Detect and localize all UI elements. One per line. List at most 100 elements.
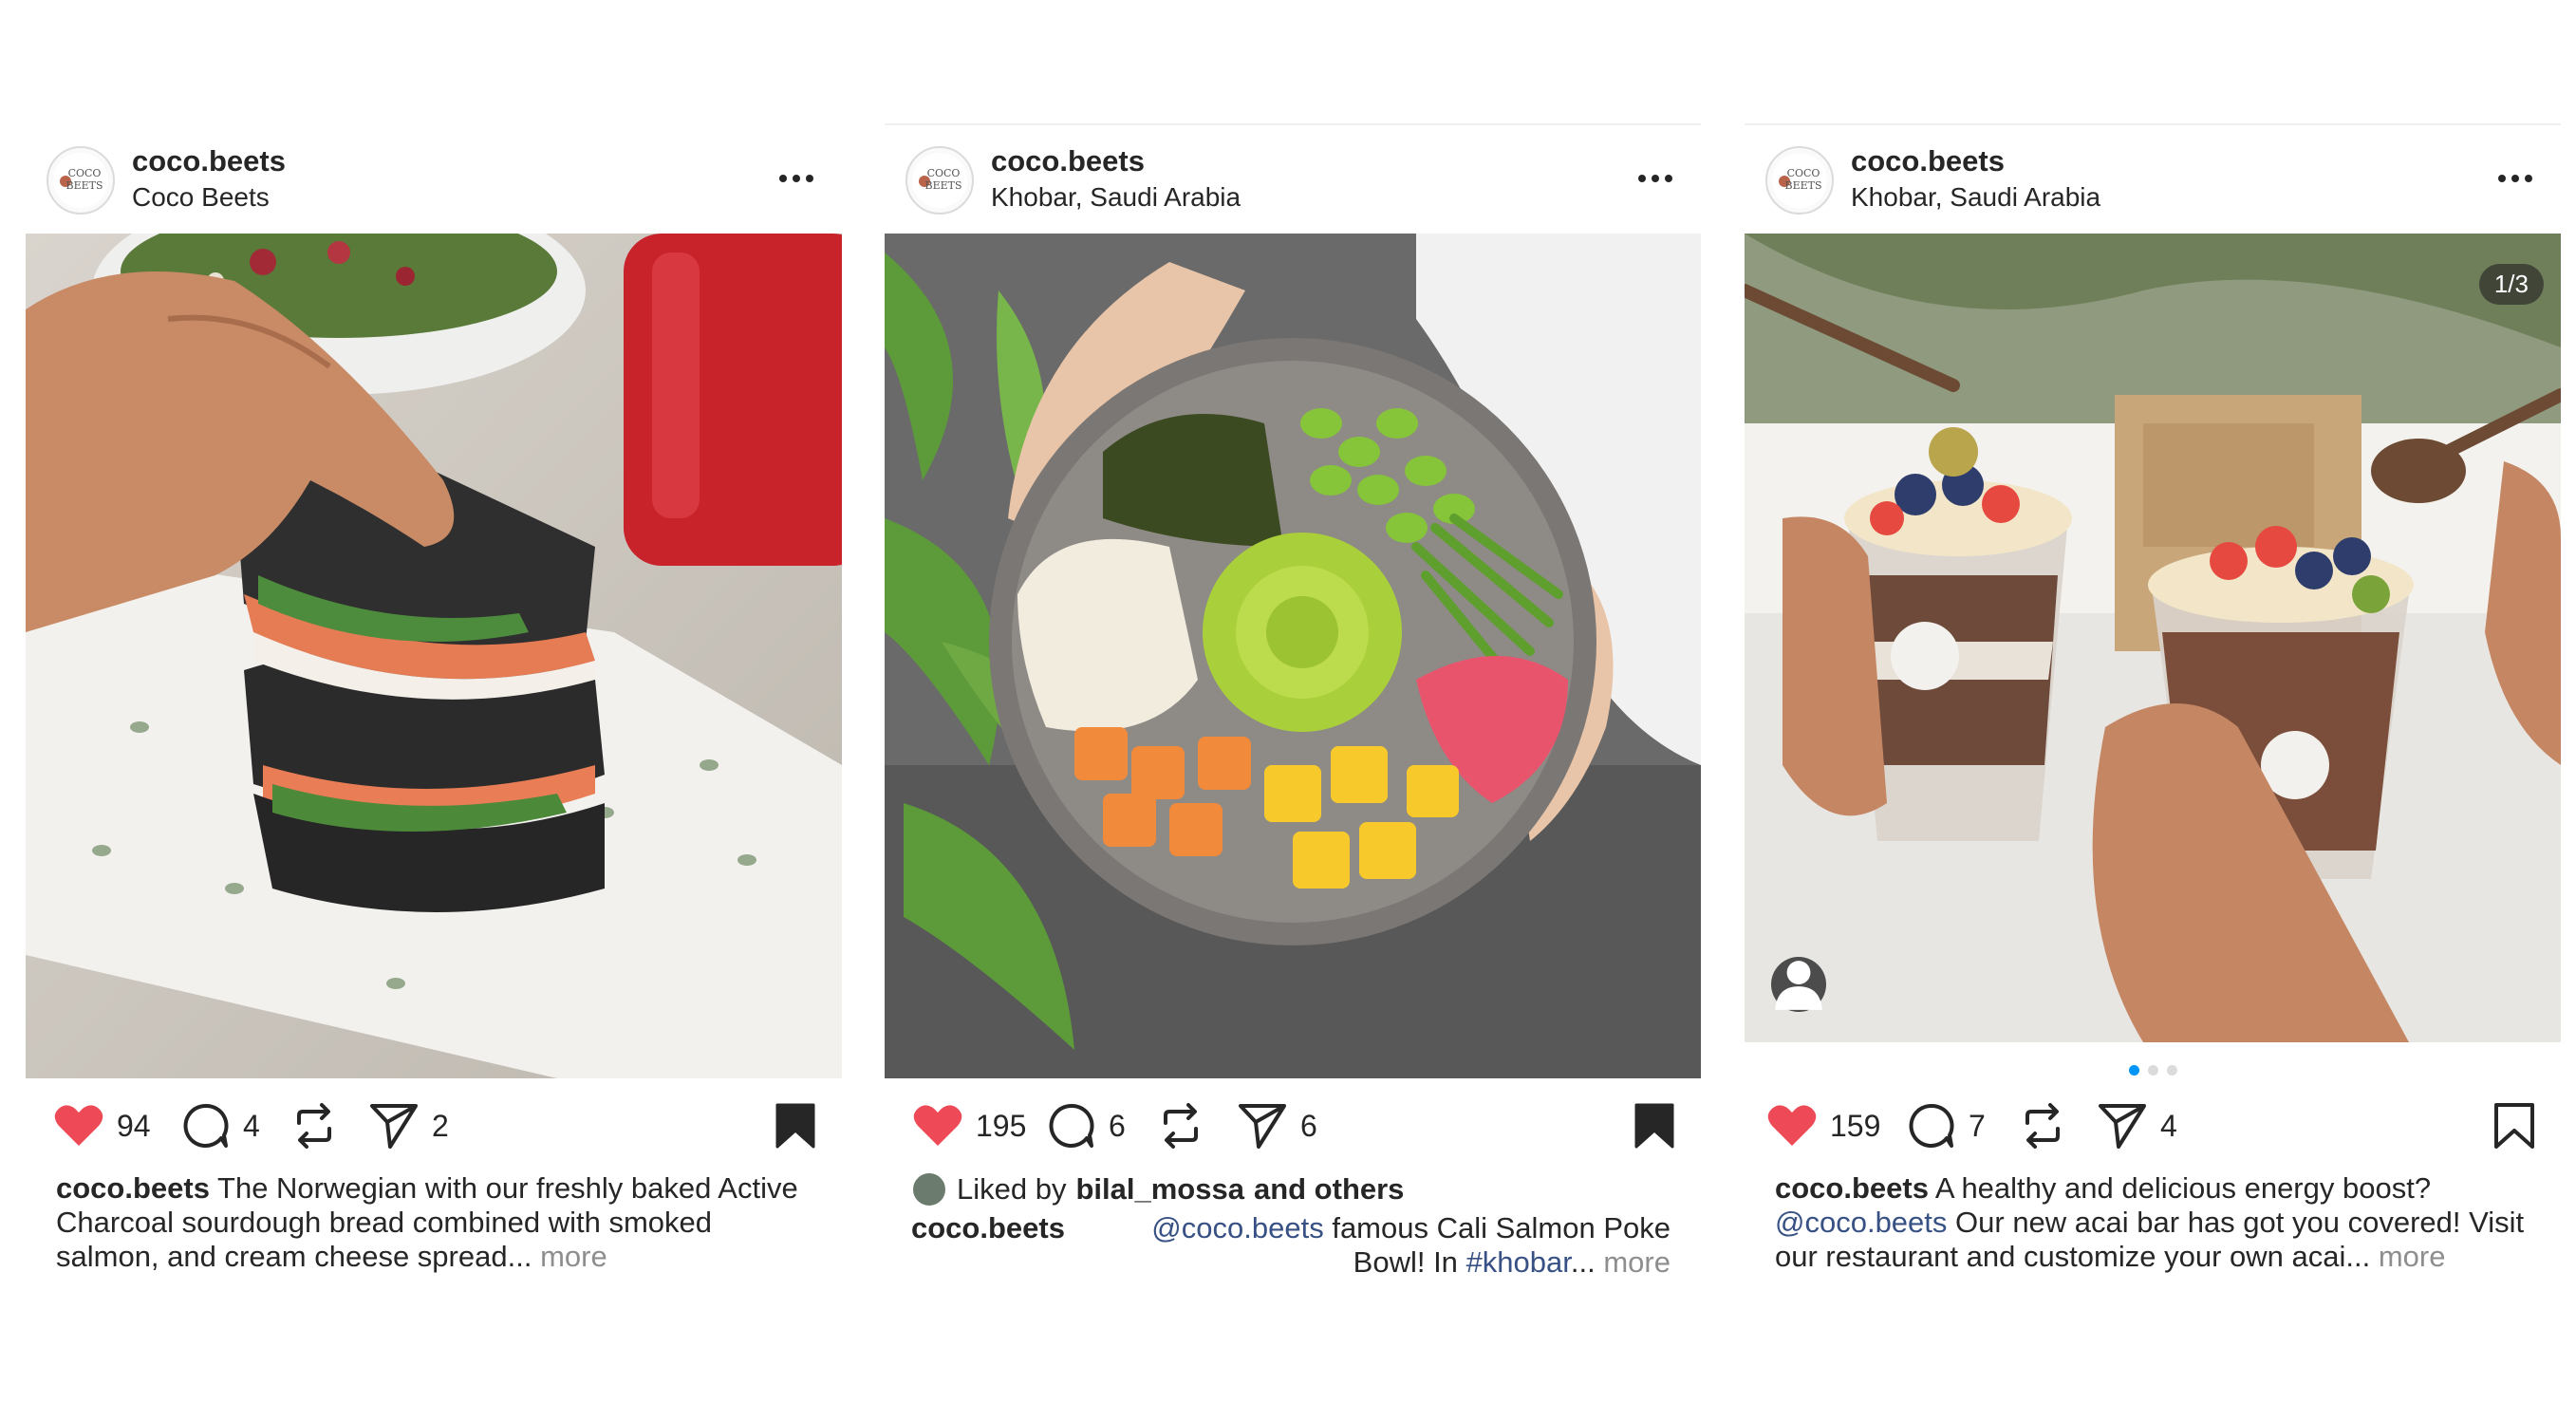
repost-icon bbox=[297, 1103, 331, 1149]
comment-icon bbox=[1049, 1103, 1094, 1148]
caption-username[interactable]: coco.beets bbox=[911, 1211, 1065, 1245]
svg-text:COCO: COCO bbox=[68, 167, 102, 179]
save-button[interactable] bbox=[1634, 1103, 1674, 1153]
liked-by-others[interactable]: and others bbox=[1254, 1172, 1404, 1207]
post-username[interactable]: coco.beets bbox=[132, 144, 286, 178]
svg-text:COCO: COCO bbox=[1787, 167, 1820, 179]
repost-button[interactable] bbox=[1158, 1097, 1204, 1154]
like-count: 94 bbox=[117, 1108, 151, 1143]
carousel-dot[interactable] bbox=[2166, 1065, 2177, 1076]
action-bar: 195 6 6 bbox=[885, 1097, 1701, 1154]
sandwich-photo bbox=[26, 234, 842, 1078]
comment-icon bbox=[183, 1103, 229, 1148]
carousel-dot[interactable] bbox=[2147, 1065, 2158, 1076]
send-icon bbox=[1239, 1104, 1286, 1149]
post-location[interactable]: Coco Beets bbox=[132, 182, 270, 213]
share-button[interactable]: 6 bbox=[1238, 1097, 1317, 1154]
post-image[interactable] bbox=[26, 234, 842, 1078]
like-count: 195 bbox=[976, 1108, 1027, 1143]
liked-by-prefix: Liked by bbox=[957, 1172, 1067, 1206]
more-horizontal-icon bbox=[2498, 175, 2532, 182]
send-icon bbox=[370, 1104, 418, 1149]
like-button[interactable]: 195 bbox=[913, 1097, 1026, 1154]
share-count: 2 bbox=[432, 1108, 449, 1143]
caption-body: @coco.beets famous Cali Salmon Poke Bowl… bbox=[1139, 1211, 1671, 1280]
post-header: COCO BEETS coco.beets Coco Beets bbox=[26, 140, 842, 216]
more-link[interactable]: more bbox=[2379, 1240, 2446, 1273]
repost-button[interactable] bbox=[2020, 1097, 2065, 1154]
acai-cups-photo bbox=[1745, 234, 2561, 1042]
more-options-button[interactable] bbox=[1634, 158, 1676, 199]
avatar[interactable]: COCO BEETS bbox=[1765, 146, 1834, 215]
bookmark-icon bbox=[2494, 1103, 2534, 1149]
post-image[interactable]: 1/3 bbox=[1745, 234, 2561, 1042]
caption-username[interactable]: coco.beets bbox=[1775, 1171, 1929, 1205]
caption-mention[interactable]: @coco.beets bbox=[1775, 1206, 1947, 1239]
heart-icon bbox=[913, 1105, 962, 1146]
bookmark-icon bbox=[775, 1103, 815, 1149]
caption-username[interactable]: coco.beets bbox=[56, 1171, 210, 1205]
repost-button[interactable] bbox=[291, 1097, 337, 1154]
save-button[interactable] bbox=[775, 1103, 815, 1153]
more-options-button[interactable] bbox=[2494, 158, 2536, 199]
avatar[interactable]: COCO BEETS bbox=[47, 146, 115, 215]
user-tag-icon bbox=[1775, 961, 1822, 1010]
repost-icon bbox=[2025, 1103, 2060, 1149]
divider bbox=[1745, 123, 2561, 125]
more-link[interactable]: more bbox=[540, 1240, 607, 1273]
more-options-button[interactable] bbox=[775, 158, 817, 199]
post-location[interactable]: Khobar, Saudi Arabia bbox=[1851, 182, 2100, 213]
more-horizontal-icon bbox=[779, 175, 813, 182]
share-count: 4 bbox=[2160, 1108, 2177, 1143]
repost-icon bbox=[1164, 1103, 1198, 1149]
liked-by-user[interactable]: bilal_mossa bbox=[1075, 1172, 1243, 1207]
more-link[interactable]: more bbox=[1603, 1245, 1671, 1279]
share-button[interactable]: 2 bbox=[369, 1097, 449, 1154]
post-header: COCO BEETS coco.beets Khobar, Saudi Arab… bbox=[885, 140, 1701, 216]
heart-icon bbox=[54, 1105, 103, 1146]
post-location[interactable]: Khobar, Saudi Arabia bbox=[991, 182, 1241, 213]
share-count: 6 bbox=[1300, 1108, 1317, 1143]
coco-beets-logo: COCO BEETS bbox=[53, 153, 108, 208]
caption-mention[interactable]: @coco.beets bbox=[1151, 1211, 1323, 1244]
post-username[interactable]: coco.beets bbox=[1851, 144, 2005, 178]
caption-text: A healthy and delicious energy boost? bbox=[1934, 1171, 2432, 1205]
post-caption: coco.beets The Norwegian with our freshl… bbox=[56, 1171, 806, 1274]
comment-count: 4 bbox=[243, 1108, 260, 1143]
comment-button[interactable]: 4 bbox=[182, 1097, 260, 1154]
post-image[interactable] bbox=[885, 234, 1701, 1078]
like-button[interactable]: 94 bbox=[54, 1097, 151, 1154]
carousel-dot[interactable] bbox=[2128, 1065, 2139, 1076]
avatar[interactable]: COCO BEETS bbox=[905, 146, 974, 215]
more-horizontal-icon bbox=[1638, 175, 1672, 182]
caption-ellipsis: ... bbox=[1570, 1245, 1596, 1279]
poke-bowl-photo bbox=[885, 234, 1701, 1078]
divider bbox=[885, 123, 1701, 125]
coco-beets-logo: COCO BEETS bbox=[1772, 153, 1827, 208]
coco-beets-logo: COCO BEETS bbox=[912, 153, 967, 208]
send-icon bbox=[2099, 1104, 2146, 1149]
action-bar: 94 4 2 bbox=[26, 1097, 842, 1154]
comment-button[interactable]: 7 bbox=[1908, 1097, 1986, 1154]
svg-text:BEETS: BEETS bbox=[65, 179, 103, 192]
post-caption: coco.beets A healthy and delicious energ… bbox=[1775, 1171, 2525, 1274]
svg-text:BEETS: BEETS bbox=[1784, 179, 1821, 192]
post-header: COCO BEETS coco.beets Khobar, Saudi Arab… bbox=[1745, 140, 2561, 216]
caption-hashtag[interactable]: #khobar bbox=[1466, 1245, 1571, 1279]
share-button[interactable]: 4 bbox=[2098, 1097, 2177, 1154]
svg-text:COCO: COCO bbox=[927, 167, 961, 179]
like-button[interactable]: 159 bbox=[1767, 1097, 1880, 1154]
bookmark-icon bbox=[1634, 1103, 1674, 1149]
comment-count: 6 bbox=[1109, 1108, 1126, 1143]
comment-icon bbox=[1909, 1103, 1954, 1148]
carousel-indicator bbox=[1745, 1065, 2561, 1078]
comment-count: 7 bbox=[1969, 1108, 1986, 1143]
post-username[interactable]: coco.beets bbox=[991, 144, 1145, 178]
heart-icon bbox=[1767, 1105, 1817, 1146]
liker-avatar[interactable] bbox=[911, 1171, 947, 1207]
tagged-users-button[interactable] bbox=[1771, 957, 1826, 1012]
like-count: 159 bbox=[1830, 1108, 1881, 1143]
save-button[interactable] bbox=[2494, 1103, 2534, 1153]
liked-by-row: Liked by bilal_mossa and others bbox=[911, 1171, 1671, 1207]
comment-button[interactable]: 6 bbox=[1048, 1097, 1126, 1154]
